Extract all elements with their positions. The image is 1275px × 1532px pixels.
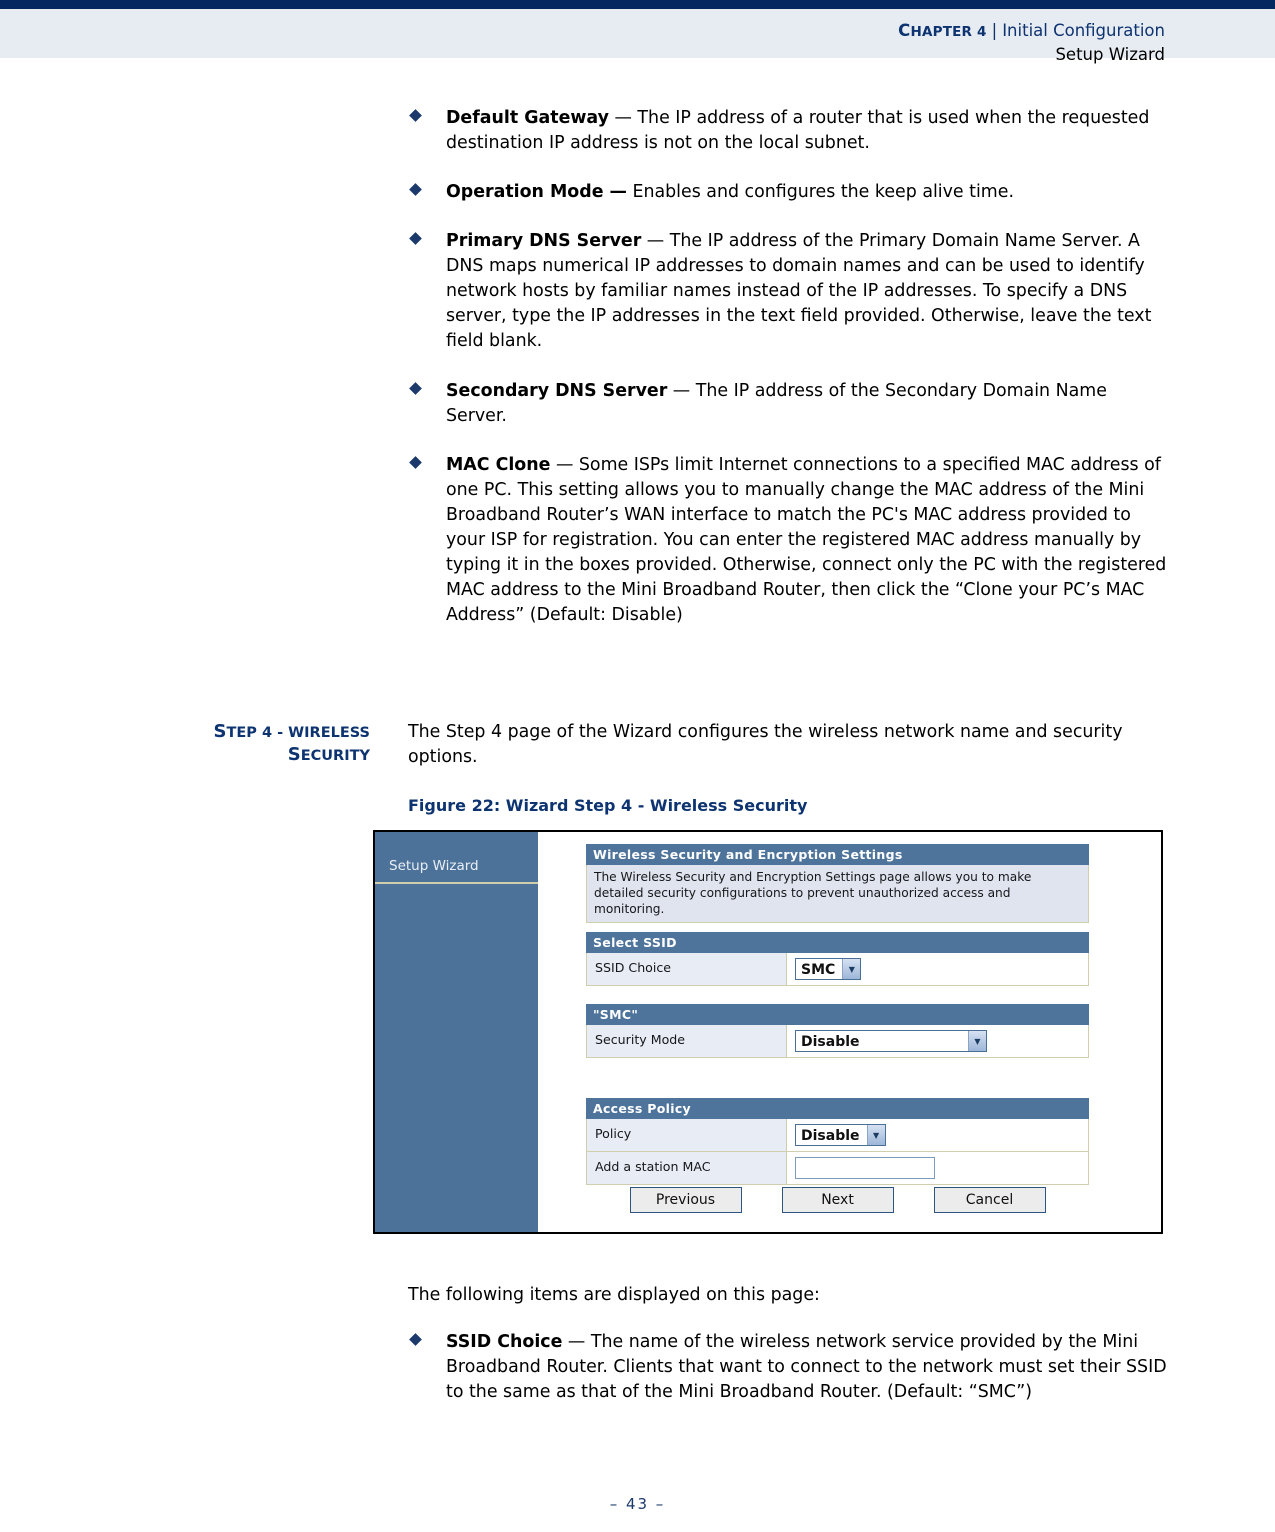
- add-station-mac-input[interactable]: [795, 1157, 935, 1179]
- diamond-bullet-icon: [409, 381, 422, 395]
- bullet-dash: —: [562, 1332, 591, 1352]
- chapter-label: CHAPTER 4: [898, 21, 986, 40]
- chevron-down-icon: ▼: [842, 959, 861, 979]
- page-header-band: CHAPTER 4 | Initial Configuration Setup Wi…: [0, 9, 1275, 64]
- bullet-term: Default Gateway: [446, 108, 609, 128]
- row-field-policy: Disable ▼: [787, 1119, 1088, 1151]
- top-bullet-list: Default Gateway — The IP address of a ro…: [408, 106, 1168, 652]
- table-row: Security Mode Disable ▼: [586, 1025, 1089, 1058]
- row-label-policy: Policy: [587, 1119, 787, 1151]
- page-footer: – 43 –: [0, 1495, 1275, 1513]
- figure-wizard-step4-screenshot: Setup Wizard Wireless Security and Encry…: [373, 830, 1163, 1234]
- bullet-operation-mode: Operation Mode — Enables and configures …: [408, 180, 1168, 205]
- side-heading-sc3: ECURITY: [300, 748, 370, 765]
- header-chapter-line: CHAPTER 4 | Initial Configuration: [898, 19, 1165, 42]
- bottom-bullet-list: SSID Choice — The name of the wireless n…: [408, 1330, 1168, 1429]
- side-heading-line1: STEP 4 - WIRELESS: [130, 720, 371, 743]
- previous-button[interactable]: Previous: [629, 1187, 742, 1213]
- row-field-add-station-mac: [787, 1152, 1088, 1184]
- row-label-ssid-choice: SSID Choice: [587, 953, 787, 985]
- row-field-security-mode: Disable ▼: [787, 1025, 1088, 1057]
- diamond-bullet-icon: [409, 232, 422, 246]
- table-row: SSID Choice SMC ▼: [586, 953, 1089, 986]
- following-items-paragraph: The following items are displayed on thi…: [408, 1285, 820, 1305]
- panel-select-ssid: Select SSID SSID Choice SMC ▼: [586, 932, 1089, 986]
- chapter-cap: C: [898, 21, 911, 40]
- chapter-smallcaps: HAPTER 4: [910, 24, 987, 40]
- panel-title: Wireless Security and Encryption Setting…: [586, 844, 1089, 865]
- bullet-term: Operation Mode —: [446, 182, 627, 203]
- diamond-bullet-icon: [409, 455, 422, 469]
- wizard-button-bar: Previous Next Cancel: [586, 1187, 1089, 1213]
- bullet-secondary-dns-server: Secondary DNS Server — The IP address of…: [408, 379, 1168, 429]
- bullet-text: Enables and configures the keep alive ti…: [632, 182, 1014, 203]
- bullet-mac-clone: MAC Clone — Some ISPs limit Internet con…: [408, 453, 1168, 628]
- diamond-bullet-icon: [409, 183, 422, 196]
- row-field-ssid-choice: SMC ▼: [787, 953, 1088, 985]
- page-number: – 43 –: [609, 1495, 666, 1513]
- security-mode-select[interactable]: Disable ▼: [795, 1030, 987, 1052]
- sidebar-item-setup-wizard[interactable]: Setup Wizard: [389, 858, 479, 874]
- side-heading-cap: S: [213, 721, 227, 742]
- bullet-ssid-choice: SSID Choice — The name of the wireless n…: [408, 1330, 1168, 1405]
- side-heading-sc1: TEP 4 - W: [226, 725, 305, 741]
- sidebar-divider: [375, 882, 538, 884]
- security-mode-value: Disable: [801, 1033, 860, 1050]
- bullet-dash: —: [667, 380, 696, 401]
- side-heading-line2: SECURITY: [130, 743, 370, 766]
- figure-caption: Figure 22: Wizard Step 4 - Wireless Secu…: [408, 796, 808, 815]
- bullet-term: MAC Clone: [446, 454, 551, 475]
- panel-smc-security: "SMC" Security Mode Disable ▼: [586, 1004, 1089, 1058]
- bullet-dash: —: [550, 454, 579, 475]
- bullet-text: Some ISPs limit Internet connections to …: [446, 454, 1167, 625]
- side-heading-sc2: IRELESS: [304, 725, 370, 741]
- bullet-dash: —: [608, 108, 638, 128]
- diamond-bullet-icon: [409, 1333, 422, 1346]
- panel-title: Select SSID: [586, 932, 1089, 953]
- next-button[interactable]: Next: [781, 1187, 894, 1213]
- bullet-dash: —: [641, 231, 670, 252]
- chevron-down-icon: ▼: [968, 1031, 986, 1051]
- ssid-choice-value: SMC: [801, 961, 836, 978]
- row-label-add-station-mac: Add a station MAC: [587, 1152, 787, 1184]
- table-row: Add a station MAC: [586, 1152, 1089, 1185]
- panel-wireless-security-settings: Wireless Security and Encryption Setting…: [586, 844, 1089, 923]
- bullet-default-gateway: Default Gateway — The IP address of a ro…: [408, 106, 1168, 156]
- bullet-term: SSID Choice: [446, 1332, 563, 1352]
- panel-title: "SMC": [586, 1004, 1089, 1025]
- ssid-choice-select[interactable]: SMC ▼: [795, 958, 862, 980]
- header-subsection: Setup Wizard: [1055, 45, 1165, 65]
- page-top-rule: [0, 0, 1275, 9]
- row-label-security-mode: Security Mode: [587, 1025, 787, 1057]
- router-ui-main: Wireless Security and Encryption Setting…: [538, 832, 1161, 1232]
- policy-select[interactable]: Disable ▼: [795, 1124, 886, 1146]
- side-heading-cap2: S: [287, 744, 301, 766]
- header-section: Initial Configuration: [1002, 21, 1165, 40]
- page-header-text: CHAPTER 4 | Initial Configuration Setup Wi…: [898, 19, 1165, 67]
- bullet-term: Secondary DNS Server: [446, 380, 668, 401]
- chevron-down-icon: ▼: [866, 1125, 885, 1145]
- cancel-button[interactable]: Cancel: [933, 1187, 1046, 1213]
- bullet-term: Primary DNS Server: [446, 231, 642, 252]
- intro-paragraph: The Step 4 page of the Wizard configures…: [408, 722, 1123, 768]
- router-ui-sidebar: Setup Wizard: [375, 832, 538, 1232]
- table-row: Policy Disable ▼: [586, 1119, 1089, 1152]
- side-heading-step4-wireless-security: STEP 4 - WIRELESS SECURITY: [130, 720, 371, 766]
- panel-access-policy: Access Policy Policy Disable ▼ Add a sta…: [586, 1098, 1089, 1185]
- header-separator: |: [991, 21, 998, 40]
- bullet-primary-dns-server: Primary DNS Server — The IP address of t…: [408, 229, 1168, 354]
- panel-title: Access Policy: [586, 1098, 1089, 1119]
- panel-description: The Wireless Security and Encryption Set…: [586, 865, 1089, 923]
- policy-value: Disable: [801, 1127, 860, 1144]
- diamond-bullet-icon: [409, 109, 422, 122]
